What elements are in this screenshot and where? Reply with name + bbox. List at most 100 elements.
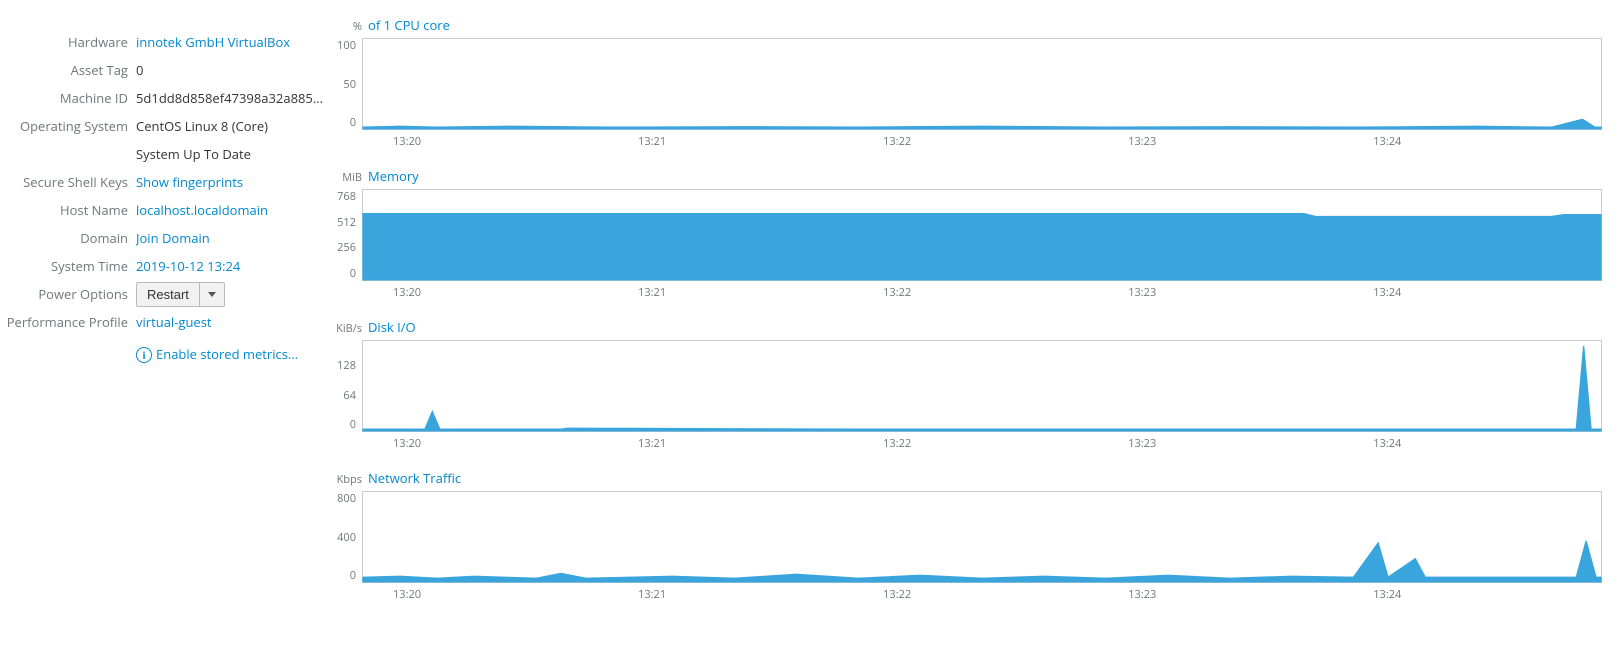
ytick: 400 <box>337 530 356 545</box>
xtick: 13:20 <box>393 436 421 451</box>
xtick: 13:22 <box>883 436 911 451</box>
disk-io-chart-xaxis: 13:20 13:21 13:22 13:23 13:24 <box>362 436 1602 451</box>
ytick: 100 <box>337 38 356 53</box>
system-info-panel: Hardware innotek GmbH VirtualBox Asset T… <box>0 0 330 633</box>
link-host-name[interactable]: localhost.localdomain <box>136 201 330 219</box>
xtick: 13:20 <box>393 134 421 149</box>
ytick: 50 <box>343 77 356 92</box>
memory-chart-title[interactable]: Memory <box>368 167 419 185</box>
value-hardware[interactable]: innotek GmbH VirtualBox <box>136 33 330 51</box>
xtick: 13:23 <box>1128 285 1156 300</box>
network-chart-plot[interactable] <box>362 491 1602 583</box>
label-asset-tag: Asset Tag <box>0 61 136 79</box>
label-performance-profile: Performance Profile <box>0 313 136 331</box>
link-system-time[interactable]: 2019-10-12 13:24 <box>136 257 330 275</box>
xtick: 13:21 <box>638 587 666 602</box>
xtick: 13:22 <box>883 587 911 602</box>
value-power-options: Restart <box>136 282 330 307</box>
link-show-fingerprints[interactable]: Show fingerprints <box>136 173 330 191</box>
enable-stored-metrics-label: Enable stored metrics... <box>156 345 298 363</box>
link-enable-stored-metrics[interactable]: iEnable stored metrics... <box>136 345 330 363</box>
restart-button[interactable]: Restart <box>136 282 200 307</box>
link-join-domain[interactable]: Join Domain <box>136 229 330 247</box>
memory-chart-yaxis: 768 512 256 0 <box>330 189 362 281</box>
row-enable-stored-metrics: iEnable stored metrics... <box>0 340 330 368</box>
network-chart-yaxis: 800 400 0 <box>330 491 362 583</box>
xtick: 13:24 <box>1373 134 1401 149</box>
power-options-button-group: Restart <box>136 282 225 307</box>
xtick: 13:20 <box>393 587 421 602</box>
row-system-status: System Up To Date <box>0 140 330 168</box>
label-host-name: Host Name <box>0 201 136 219</box>
xtick: 13:24 <box>1373 436 1401 451</box>
ytick: 256 <box>337 240 356 255</box>
disk-io-chart-yaxis: 128 64 0 <box>330 340 362 432</box>
cpu-chart-yaxis: 100 50 0 <box>330 38 362 130</box>
memory-chart-xaxis: 13:20 13:21 13:22 13:23 13:24 <box>362 285 1602 300</box>
cpu-chart-xaxis: 13:20 13:21 13:22 13:23 13:24 <box>362 134 1602 149</box>
label-domain: Domain <box>0 229 136 247</box>
cpu-chart-title[interactable]: of 1 CPU core <box>368 16 450 34</box>
xtick: 13:21 <box>638 134 666 149</box>
xtick: 13:21 <box>638 285 666 300</box>
ytick: 0 <box>350 266 356 281</box>
label-operating-system: Operating System <box>0 117 136 135</box>
value-asset-tag: 0 <box>136 61 330 79</box>
system-overview-page: Hardware innotek GmbH VirtualBox Asset T… <box>0 0 1622 653</box>
disk-io-chart: KiB/s Disk I/O 128 64 0 13:20 13:21 13: <box>330 318 1602 451</box>
row-performance-profile: Performance Profile virtual-guest <box>0 308 330 336</box>
ytick: 128 <box>337 358 356 373</box>
xtick: 13:22 <box>883 285 911 300</box>
network-chart: Kbps Network Traffic 800 400 0 13:20 13:… <box>330 469 1602 602</box>
label-system-time: System Time <box>0 257 136 275</box>
row-machine-id: Machine ID 5d1dd8d858ef47398a32a8859... <box>0 84 330 112</box>
xtick: 13:24 <box>1373 285 1401 300</box>
xtick: 13:23 <box>1128 587 1156 602</box>
xtick: 13:23 <box>1128 436 1156 451</box>
power-options-dropdown-toggle[interactable] <box>200 282 225 307</box>
network-chart-xaxis: 13:20 13:21 13:22 13:23 13:24 <box>362 587 1602 602</box>
network-chart-title[interactable]: Network Traffic <box>368 469 461 487</box>
row-system-time: System Time 2019-10-12 13:24 <box>0 252 330 280</box>
row-secure-shell-keys: Secure Shell Keys Show fingerprints <box>0 168 330 196</box>
ytick: 0 <box>350 417 356 432</box>
label-machine-id: Machine ID <box>0 89 136 107</box>
ytick: 768 <box>337 189 356 204</box>
charts-panel: % of 1 CPU core 100 50 0 13:20 13:21 13 <box>330 0 1602 633</box>
cpu-chart-unit: % <box>330 19 368 34</box>
xtick: 13:22 <box>883 134 911 149</box>
ytick: 512 <box>337 215 356 230</box>
cpu-chart: % of 1 CPU core 100 50 0 13:20 13:21 13 <box>330 16 1602 149</box>
row-host-name: Host Name localhost.localdomain <box>0 196 330 224</box>
xtick: 13:24 <box>1373 587 1401 602</box>
ytick: 64 <box>343 388 356 403</box>
cpu-chart-plot[interactable] <box>362 38 1602 130</box>
memory-chart-unit: MiB <box>330 170 368 185</box>
memory-chart-plot[interactable] <box>362 189 1602 281</box>
label-secure-shell-keys: Secure Shell Keys <box>0 173 136 191</box>
ytick: 800 <box>337 491 356 506</box>
label-power-options: Power Options <box>0 285 136 303</box>
info-icon: i <box>136 347 152 363</box>
xtick: 13:23 <box>1128 134 1156 149</box>
value-system-status: System Up To Date <box>136 145 330 163</box>
value-operating-system: CentOS Linux 8 (Core) <box>136 117 330 135</box>
chevron-down-icon <box>208 292 216 297</box>
row-power-options: Power Options Restart <box>0 280 330 308</box>
memory-chart: MiB Memory 768 512 256 0 13:20 13:21 <box>330 167 1602 300</box>
xtick: 13:21 <box>638 436 666 451</box>
disk-io-chart-title[interactable]: Disk I/O <box>368 318 416 336</box>
network-chart-unit: Kbps <box>330 472 368 487</box>
label-hardware: Hardware <box>0 33 136 51</box>
row-hardware: Hardware innotek GmbH VirtualBox <box>0 28 330 56</box>
ytick: 0 <box>350 568 356 583</box>
ytick: 0 <box>350 115 356 130</box>
row-asset-tag: Asset Tag 0 <box>0 56 330 84</box>
row-operating-system: Operating System CentOS Linux 8 (Core) <box>0 112 330 140</box>
xtick: 13:20 <box>393 285 421 300</box>
row-domain: Domain Join Domain <box>0 224 330 252</box>
disk-io-chart-plot[interactable] <box>362 340 1602 432</box>
value-machine-id: 5d1dd8d858ef47398a32a8859... <box>136 89 330 107</box>
link-performance-profile[interactable]: virtual-guest <box>136 313 330 331</box>
disk-io-chart-unit: KiB/s <box>330 321 368 336</box>
